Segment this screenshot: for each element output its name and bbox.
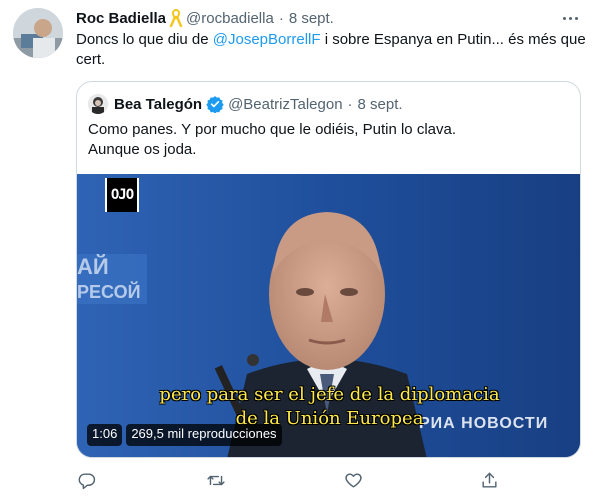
quoted-text-line: Como panes. Y por mucho que le odiéis, P… — [88, 121, 456, 138]
svg-text:АЙ: АЙ — [77, 254, 109, 279]
more-dot-icon — [562, 16, 566, 20]
video-subtitle: pero para ser el jefe de la diplomacia — [159, 384, 500, 405]
tweet-date[interactable]: 8 sept. — [289, 10, 334, 27]
like-icon[interactable] — [343, 470, 363, 490]
share-icon[interactable] — [479, 470, 499, 490]
tweet-actions — [76, 470, 506, 492]
svg-text:РЕСОЙ: РЕСОЙ — [77, 281, 141, 302]
video-info: 1:06 269,5 mil reproducciones — [87, 424, 282, 446]
video-player[interactable]: АЙ РЕСОЙ OJO РИА НОВОСТИ pero para ser e… — [77, 174, 580, 457]
quoted-tweet-text: Como panes. Y por mucho que le odiéis, P… — [88, 120, 568, 160]
yellow-ribbon-icon — [169, 9, 183, 27]
avatar[interactable] — [13, 8, 63, 58]
quoted-avatar[interactable] — [88, 94, 108, 114]
quoted-author-handle[interactable]: @BeatrizTalegon — [228, 96, 342, 113]
verified-badge-icon — [206, 95, 224, 113]
mention-link[interactable]: @JosepBorrellF — [213, 31, 321, 48]
author-handle[interactable]: @rocbadiella — [186, 10, 274, 27]
retweet-icon[interactable] — [206, 470, 226, 490]
video-duration: 1:06 — [87, 424, 123, 446]
quoted-tweet[interactable]: Bea Talegón @BeatrizTalegon · 8 sept. Co… — [76, 81, 581, 458]
quoted-author-name[interactable]: Bea Talegón — [114, 96, 202, 113]
quoted-tweet-date[interactable]: 8 sept. — [358, 96, 403, 113]
author-name[interactable]: Roc Badiella — [76, 10, 166, 27]
more-options-button[interactable] — [560, 10, 580, 26]
reply-icon[interactable] — [76, 470, 96, 490]
channel-logo: OJO — [105, 178, 139, 212]
separator: · — [278, 9, 284, 27]
tweet-text: Doncs lo que diu de @JosepBorrellF i sob… — [76, 30, 586, 70]
quoted-tweet-header: Bea Talegón @BeatrizTalegon · 8 sept. — [88, 94, 403, 114]
tweet-header: Roc Badiella @rocbadiella · 8 sept. — [76, 8, 334, 28]
more-dot-icon — [568, 16, 572, 20]
video-views: 269,5 mil reproducciones — [126, 424, 282, 446]
tweet-text-start: Doncs lo que diu de — [76, 31, 213, 48]
quoted-text-line: Aunque os joda. — [88, 141, 197, 158]
separator: · — [347, 95, 353, 113]
tweet[interactable]: Roc Badiella @rocbadiella · 8 sept. Donc… — [0, 0, 606, 498]
more-dot-icon — [574, 16, 578, 20]
